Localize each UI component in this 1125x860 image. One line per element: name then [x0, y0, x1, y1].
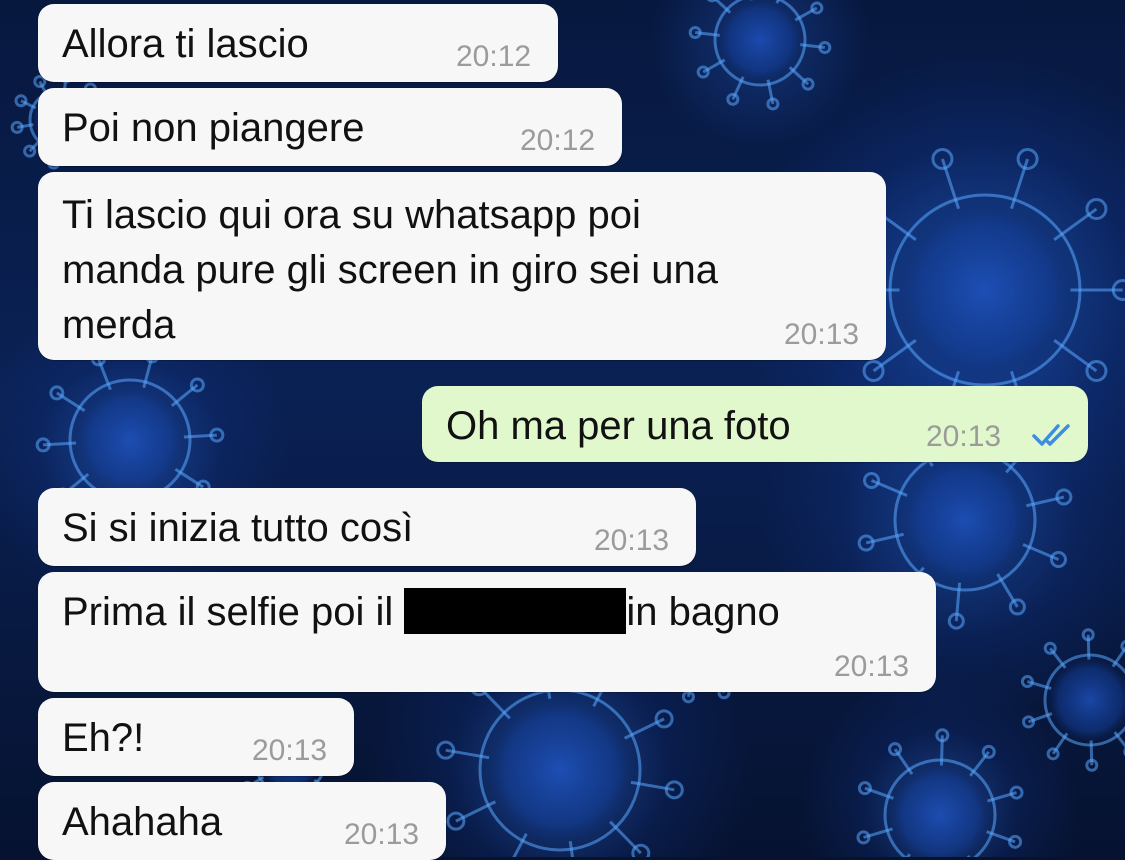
message-timestamp: 20:13	[834, 652, 909, 682]
message-text-line: merda	[62, 298, 175, 352]
message-text-line: Ti lascio qui ora su whatsapp poi	[62, 188, 641, 242]
message-text: Ahahaha	[62, 795, 222, 849]
message-timestamp: 20:13	[344, 820, 419, 850]
message-bubble-incoming[interactable]: Si si inizia tutto così 20:13	[38, 488, 696, 566]
message-timestamp: 20:13	[252, 736, 327, 766]
message-bubble-incoming[interactable]: Eh?! 20:13	[38, 698, 354, 776]
message-text: Eh?!	[62, 711, 144, 765]
message-bubble-outgoing[interactable]: Oh ma per una foto 20:13	[422, 386, 1088, 462]
redaction-block	[404, 588, 626, 634]
message-bubble-incoming[interactable]: Ti lascio qui ora su whatsapp poi manda …	[38, 172, 886, 360]
message-text-after-redaction: in bagno	[626, 590, 779, 634]
message-text: Prima il selfie poi il in bagno	[62, 585, 780, 639]
message-timestamp: 20:13	[594, 526, 669, 556]
message-timestamp: 20:12	[456, 42, 531, 72]
message-text-before-redaction: Prima il selfie poi il	[62, 590, 404, 634]
message-bubble-incoming[interactable]: Poi non piangere 20:12	[38, 88, 622, 166]
message-text: Oh ma per una foto	[446, 399, 791, 453]
message-text: Allora ti lascio	[62, 17, 309, 71]
message-bubble-incoming[interactable]: Prima il selfie poi il in bagno 20:13	[38, 572, 936, 692]
message-text: Si si inizia tutto così	[62, 501, 413, 555]
message-timestamp: 20:13	[784, 320, 859, 350]
message-timestamp: 20:13	[926, 422, 1001, 452]
message-bubble-incoming[interactable]: Allora ti lascio 20:12	[38, 4, 558, 82]
message-timestamp: 20:12	[520, 126, 595, 156]
chat-message-list[interactable]: Allora ti lascio 20:12 Poi non piangere …	[0, 0, 1125, 857]
double-check-icon	[1032, 422, 1078, 448]
message-text: Poi non piangere	[62, 101, 364, 155]
message-bubble-incoming[interactable]: Ahahaha 20:13	[38, 782, 446, 860]
message-text-line: manda pure gli screen in giro sei una	[62, 243, 718, 297]
